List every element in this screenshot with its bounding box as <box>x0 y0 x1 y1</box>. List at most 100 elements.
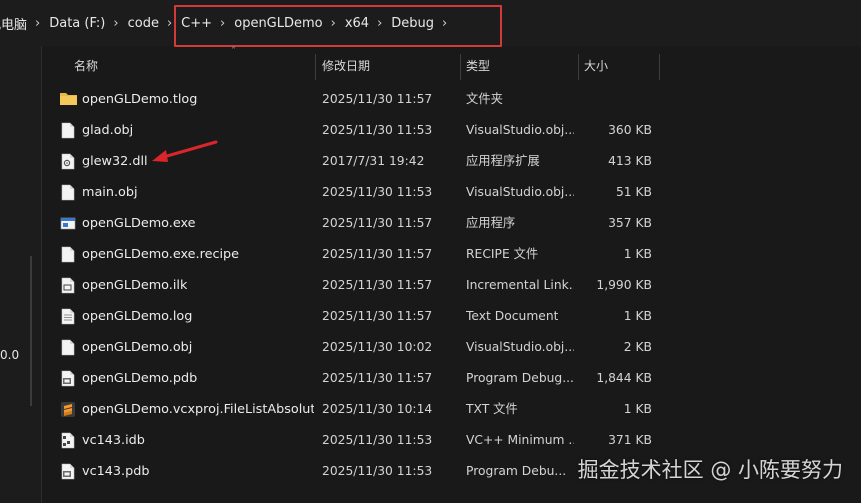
chevron-right-icon[interactable]: › <box>35 16 40 31</box>
file-date-modified: 2017/7/31 19:42 <box>322 154 425 168</box>
chevron-right-icon[interactable]: › <box>377 16 382 31</box>
file-row[interactable]: openGLDemo.pdb 2025/11/30 11:57 Program De… <box>44 363 764 394</box>
chevron-right-icon[interactable]: › <box>113 16 118 31</box>
file-size: 2 KB <box>623 340 652 354</box>
file-date-modified: 2025/11/30 11:57 <box>322 216 433 230</box>
file-date-modified: 2025/11/30 11:57 <box>322 278 433 292</box>
file-type: 应用程序 <box>466 216 516 230</box>
file-name: openGLDemo.pdb <box>82 371 198 386</box>
sort-caret-icon: ˄ <box>231 46 236 57</box>
breadcrumb-item[interactable]: C++ <box>181 16 212 31</box>
file-size: 1 KB <box>623 402 652 416</box>
file-date-modified: 2025/11/30 10:02 <box>322 340 433 354</box>
file-size: 371 KB <box>608 433 652 447</box>
file-date-modified: 2025/11/30 11:53 <box>322 123 433 137</box>
file-name: openGLDemo.exe <box>82 216 196 231</box>
breadcrumb-item[interactable]: Data (F:) <box>49 16 105 31</box>
file-type: RECIPE 文件 <box>466 247 539 261</box>
file-size: 413 KB <box>608 154 652 168</box>
file-icon <box>60 122 76 139</box>
file-name: vc143.idb <box>82 433 145 448</box>
file-type: Program Debug... <box>466 371 574 385</box>
file-type: Incremental Link... <box>466 278 574 292</box>
file-type: Text Document <box>466 309 559 323</box>
file-row[interactable]: openGLDemo.exe 2025/11/30 11:57 应用程序 357 KB <box>44 208 764 239</box>
file-size: 1 KB <box>623 309 652 323</box>
idb-icon <box>60 432 76 449</box>
chevron-right-icon[interactable]: › <box>331 16 336 31</box>
file-icon <box>60 339 76 356</box>
file-name: openGLDemo.tlog <box>82 92 198 107</box>
ilk-icon <box>60 277 76 294</box>
file-size: 1 KB <box>623 247 652 261</box>
file-date-modified: 2025/11/30 11:57 <box>322 371 433 385</box>
nav-item-partial-label: 0.0 <box>0 348 20 362</box>
file-size: 357 KB <box>608 216 652 230</box>
file-icon <box>60 184 76 201</box>
pdb-icon <box>60 370 76 387</box>
file-type: TXT 文件 <box>466 402 518 416</box>
dll-icon <box>60 153 76 170</box>
file-name: glew32.dll <box>82 154 148 169</box>
chevron-right-icon[interactable]: › <box>220 16 225 31</box>
file-name: openGLDemo.obj <box>82 340 193 355</box>
file-row[interactable]: main.obj 2025/11/30 11:53 VisualStudio.obj… <box>44 177 764 208</box>
file-date-modified: 2025/11/30 11:53 <box>322 464 433 478</box>
file-row[interactable]: openGLDemo.tlog 2025/11/30 11:57 文件夹 <box>44 84 764 115</box>
chevron-right-icon[interactable]: › <box>442 16 447 31</box>
file-name: glad.obj <box>82 123 134 138</box>
file-row[interactable]: openGLDemo.vcxproj.FileListAbsolute.... 2… <box>44 394 764 425</box>
breadcrumb-item[interactable]: openGLDemo <box>234 16 322 31</box>
file-type: Program Debu... <box>466 464 567 478</box>
file-name: openGLDemo.ilk <box>82 278 188 293</box>
breadcrumb-item[interactable]: x64 <box>345 16 369 31</box>
column-header-row: ˄ 名称 修改日期 类型 大小 <box>44 46 764 82</box>
column-header-size[interactable]: 大小 <box>578 50 608 82</box>
file-name: main.obj <box>82 185 138 200</box>
file-icon <box>60 246 76 263</box>
file-date-modified: 2025/11/30 10:14 <box>322 402 433 416</box>
nav-scrollbar[interactable] <box>30 256 32 406</box>
file-row[interactable]: openGLDemo.exe.recipe 2025/11/30 11:57 REC… <box>44 239 764 270</box>
file-name: openGLDemo.vcxproj.FileListAbsolute.... <box>82 402 314 417</box>
address-breadcrumb[interactable]: 此电脑 › Data (F:) › code › C++ › openGLDemo › x64 › De… <box>0 0 861 46</box>
sublime-icon <box>60 401 76 418</box>
file-row[interactable]: vc143.idb 2025/11/30 11:53 VC++ Minimum ..… <box>44 425 764 456</box>
file-size: 51 KB <box>615 185 652 199</box>
chevron-right-icon[interactable]: › <box>167 16 172 31</box>
file-row[interactable]: openGLDemo.obj 2025/11/30 10:02 VisualStud… <box>44 332 764 363</box>
navigation-pane[interactable]: 0.0 <box>0 46 42 503</box>
file-size: 360 KB <box>608 123 652 137</box>
file-date-modified: 2025/11/30 11:57 <box>322 309 433 323</box>
file-row[interactable]: openGLDemo.ilk 2025/11/30 11:57 Incrementa… <box>44 270 764 301</box>
file-size: 1,990 KB <box>596 278 652 292</box>
column-header-type[interactable]: 类型 <box>460 50 490 82</box>
column-header-name[interactable]: 名称 <box>68 50 98 82</box>
breadcrumb-item[interactable]: Debug <box>391 16 434 31</box>
file-date-modified: 2025/11/30 11:53 <box>322 185 433 199</box>
file-type: 文件夹 <box>466 92 503 106</box>
exe-icon <box>60 215 76 232</box>
pdb-icon <box>60 463 76 480</box>
file-date-modified: 2025/11/30 11:57 <box>322 92 433 106</box>
column-divider[interactable] <box>659 54 660 80</box>
file-row[interactable]: openGLDemo.log 2025/11/30 11:57 Text Docum… <box>44 301 764 332</box>
file-date-modified: 2025/11/30 11:53 <box>322 433 433 447</box>
arrow-annotation-icon <box>152 140 218 162</box>
file-size: 1,844 KB <box>596 371 652 385</box>
folder-icon <box>60 91 77 108</box>
watermark-text: 掘金技术社区 @ 小陈要努力 <box>577 458 843 482</box>
text-file-icon <box>60 308 76 325</box>
file-type: VisualStudio.obj.... <box>466 340 574 354</box>
file-name: openGLDemo.log <box>82 309 193 324</box>
file-name: vc143.pdb <box>82 464 150 479</box>
file-name: openGLDemo.exe.recipe <box>82 247 240 262</box>
file-type: VisualStudio.obj.... <box>466 123 574 137</box>
file-type: 应用程序扩展 <box>466 154 540 168</box>
breadcrumb-item[interactable]: code <box>128 16 159 31</box>
column-header-date[interactable]: 修改日期 <box>316 50 370 82</box>
file-date-modified: 2025/11/30 11:57 <box>322 247 433 261</box>
breadcrumb-item[interactable]: 此电脑 <box>0 14 27 33</box>
file-type: VC++ Minimum ... <box>466 433 574 447</box>
file-type: VisualStudio.obj.... <box>466 185 574 199</box>
